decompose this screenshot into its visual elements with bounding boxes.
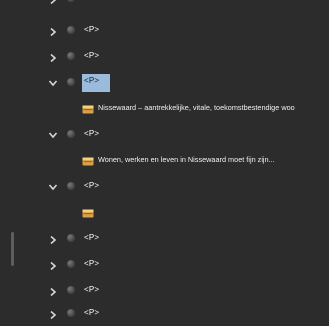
content-row[interactable]: Nissewaard – aantrekkelijke, vitale, toe… [0,98,329,120]
chevron-right-icon[interactable] [48,287,58,297]
chevron-right-icon[interactable] [48,235,58,245]
chevron-down-icon[interactable] [48,78,58,88]
tree-row[interactable] [0,0,329,10]
content-box-icon [82,102,94,114]
visibility-dot-icon[interactable] [67,286,75,294]
visibility-dot-icon[interactable] [67,52,75,60]
tree-row[interactable]: <P> [0,46,329,68]
visibility-dot-icon[interactable] [67,0,75,2]
visibility-dot-icon[interactable] [67,260,75,268]
tag-label: <P> [84,233,100,242]
chevron-right-icon[interactable] [48,261,58,271]
tag-label: <P> [84,181,100,190]
tag-label: <P> [84,129,100,138]
tags-panel: <P> <P> <P> Nissewaard – aantrekkelijke,… [0,0,329,326]
chevron-right-icon[interactable] [48,0,58,5]
content-text: Wonen, werken en leven in Nissewaard moe… [98,155,275,164]
tree-row[interactable]: <P> [0,176,329,198]
content-box-icon [82,154,94,166]
content-box-icon [82,206,94,218]
tag-label: <P> [84,285,100,294]
visibility-dot-icon[interactable] [67,182,75,190]
tag-label: <P> [84,51,100,60]
tree-row[interactable]: <P> [0,303,329,325]
tree-row[interactable]: <P> [0,20,329,42]
tree-row[interactable]: <P> [0,254,329,276]
content-row[interactable]: Wonen, werken en leven in Nissewaard moe… [0,150,329,172]
tree-row[interactable]: <P> [0,228,329,250]
tree-row-selected[interactable]: <P> [0,72,329,94]
chevron-right-icon[interactable] [48,53,58,63]
content-row[interactable] [0,202,329,224]
tree-row[interactable]: <P> [0,124,329,146]
chevron-right-icon[interactable] [48,310,58,320]
tag-label: <P> [84,308,100,317]
tag-label: <P> [82,74,110,92]
chevron-down-icon[interactable] [48,130,58,140]
visibility-dot-icon[interactable] [67,234,75,242]
visibility-dot-icon[interactable] [67,309,75,317]
chevron-right-icon[interactable] [48,27,58,37]
visibility-dot-icon[interactable] [67,26,75,34]
chevron-down-icon[interactable] [48,182,58,192]
tag-label: <P> [84,259,100,268]
tree-row[interactable]: <P> [0,280,329,302]
visibility-dot-icon[interactable] [67,78,75,86]
content-text: Nissewaard – aantrekkelijke, vitale, toe… [98,103,295,112]
visibility-dot-icon[interactable] [67,130,75,138]
tag-label: <P> [84,25,100,34]
